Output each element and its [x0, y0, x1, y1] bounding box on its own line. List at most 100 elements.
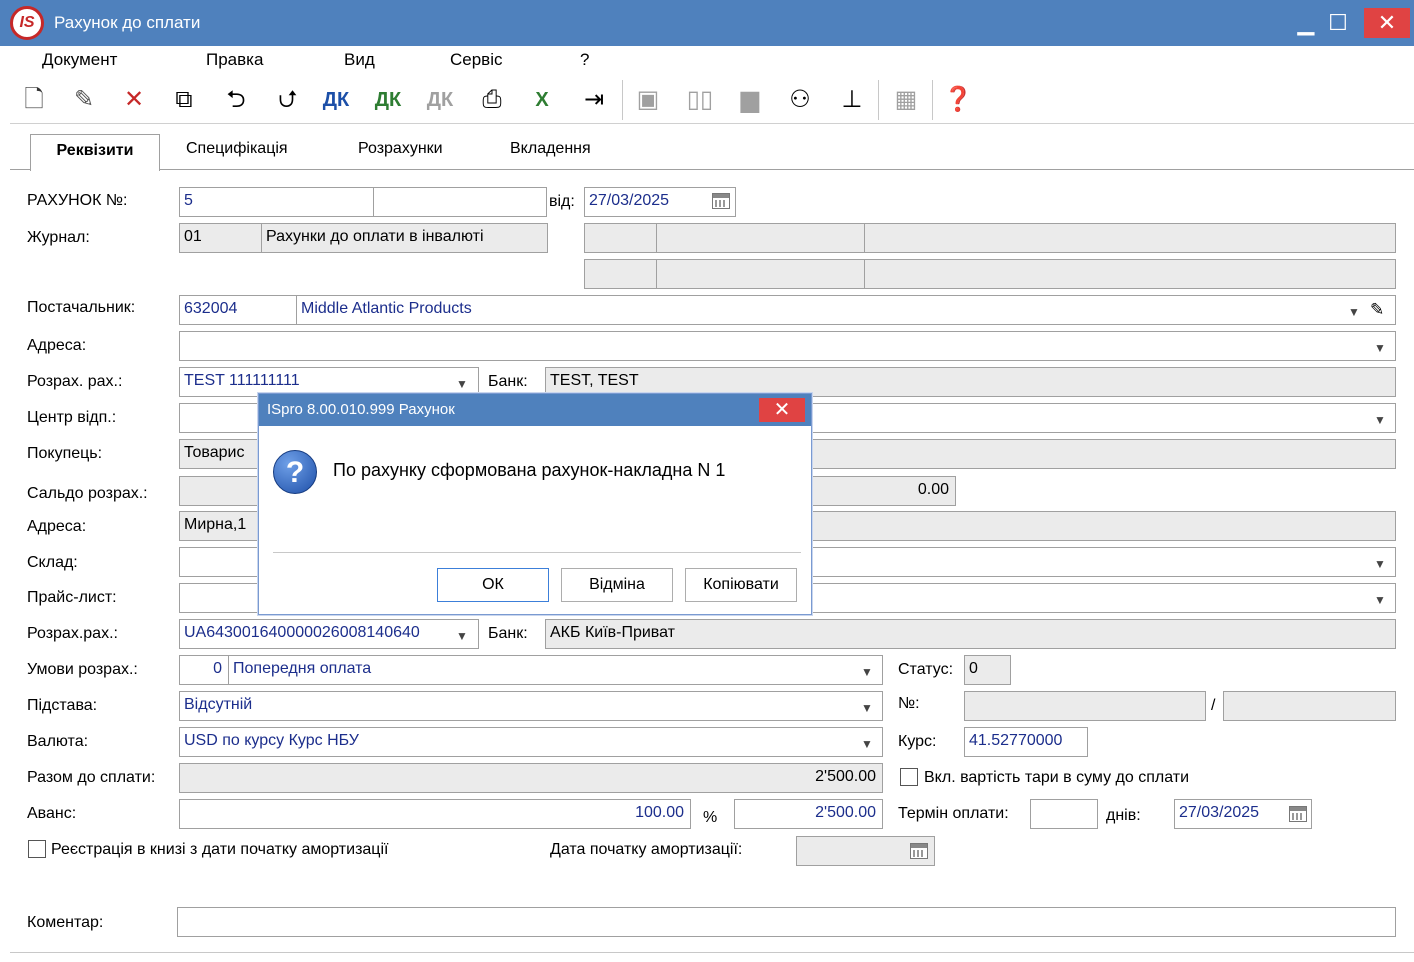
address-field[interactable]	[179, 331, 1396, 361]
edit-doc-icon[interactable]: ✎	[66, 82, 102, 118]
chevron-down-icon[interactable]: ▼	[456, 629, 468, 643]
tab-specification[interactable]: Специфікація	[186, 140, 288, 158]
register-checkbox[interactable]	[28, 840, 46, 858]
advance-label: Аванс:	[27, 805, 77, 822]
copy-button[interactable]: Копіювати	[685, 568, 797, 602]
center-label: Центр відп.:	[27, 409, 117, 426]
bottom-border	[10, 952, 1414, 953]
calendar-icon[interactable]	[712, 193, 730, 209]
debit-credit-green-icon[interactable]: ДК	[370, 82, 406, 118]
chevron-down-icon[interactable]: ▼	[861, 665, 873, 679]
app-logo-icon: IS	[10, 6, 44, 40]
menu-edit[interactable]: Правка	[206, 50, 263, 70]
tab-calculations[interactable]: Розрахунки	[358, 140, 443, 158]
pricelist-label: Прайс-лист:	[27, 589, 117, 606]
close-icon[interactable]: ✕	[1364, 8, 1410, 38]
calendar-icon[interactable]	[1289, 806, 1307, 822]
save-icon: ▣	[636, 86, 660, 113]
slash-label: /	[1211, 697, 1216, 714]
ok-button[interactable]: ОК	[437, 568, 549, 602]
supplier-code-field[interactable]: 632004	[179, 295, 297, 325]
excel-icon[interactable]: X	[524, 82, 560, 118]
chevron-down-icon[interactable]: ▼	[1374, 593, 1386, 607]
copy-doc-icon[interactable]: ⧉	[166, 82, 202, 118]
book-icon: ▯▯	[686, 86, 714, 113]
account2-label: Розрах.рах.:	[27, 625, 118, 642]
amort-date-label: Дата початку амортизації:	[550, 841, 743, 858]
calendar-icon	[910, 843, 928, 859]
chevron-down-icon[interactable]: ▼	[861, 701, 873, 715]
status-field: 0	[964, 655, 1011, 685]
advance-percent-field[interactable]: 100.00	[179, 799, 691, 829]
help-icon[interactable]: ❓	[940, 82, 976, 118]
number-suffix-field	[1223, 691, 1396, 721]
users-icon[interactable]: ⚇	[782, 82, 818, 118]
terms-name-field[interactable]: Попередня оплата	[228, 655, 883, 685]
total-label: Разом до сплати:	[27, 769, 156, 786]
saldo-left-field	[179, 476, 259, 506]
dialog-close-icon[interactable]: ✕	[759, 398, 805, 422]
menu-document[interactable]: Документ	[42, 50, 117, 70]
menu-service[interactable]: Сервіс	[450, 50, 503, 70]
tab-requisites[interactable]: Реквізити	[30, 134, 160, 171]
chevron-down-icon[interactable]: ▼	[1374, 557, 1386, 571]
number-label: №:	[898, 695, 920, 712]
invoice-suffix-field[interactable]	[373, 187, 547, 217]
currency-label: Валюта:	[27, 733, 89, 750]
terms-code-field[interactable]: 0	[179, 655, 229, 685]
chevron-down-icon[interactable]: ▼	[1374, 341, 1386, 355]
rate-field[interactable]: 41.52770000	[964, 727, 1088, 757]
advance-sum-field[interactable]: 2'500.00	[734, 799, 883, 829]
supplier-name-field[interactable]: Middle Atlantic Products	[296, 295, 1396, 325]
menu-help[interactable]: ?	[580, 50, 589, 70]
account2-field[interactable]: UA643001640000026008140640	[179, 619, 479, 649]
supplier-label: Постачальник:	[27, 299, 136, 316]
exit-icon[interactable]: ⇥	[576, 82, 612, 118]
number-field	[964, 691, 1206, 721]
warehouse-label: Склад:	[27, 554, 78, 571]
chevron-down-icon[interactable]: ▼	[456, 377, 468, 391]
tab-attachments[interactable]: Вкладення	[510, 140, 591, 158]
dialog-title: ISpro 8.00.010.999 Рахунок	[259, 394, 811, 426]
invoice-no-field[interactable]: 5	[179, 187, 374, 217]
tab-strip: Реквізити Специфікація Розрахунки Вкладе…	[10, 126, 1414, 171]
extra-field-1	[584, 223, 657, 253]
pencil-icon[interactable]: ✎	[1370, 300, 1384, 320]
chevron-down-icon[interactable]: ▼	[1348, 305, 1360, 319]
dialog-separator	[273, 552, 801, 553]
extra-field-6	[864, 259, 1396, 289]
extra-field-5	[656, 259, 865, 289]
delete-doc-icon[interactable]: ✕	[116, 82, 152, 118]
chevron-down-icon[interactable]: ▼	[861, 737, 873, 751]
toolbar-separator	[878, 80, 879, 120]
message-dialog: ISpro 8.00.010.999 Рахунок ✕ ? По рахунк…	[258, 393, 812, 615]
account-label: Розрах. рах.:	[27, 373, 123, 390]
import-doc-icon[interactable]: ⮌	[218, 82, 254, 118]
new-doc-icon[interactable]: 🗋	[16, 82, 52, 118]
hierarchy-icon[interactable]: ⊥	[834, 82, 870, 118]
export-doc-icon[interactable]: ⮍	[270, 82, 306, 118]
extra-field-3	[864, 223, 1396, 253]
cancel-button[interactable]: Відміна	[561, 568, 673, 602]
buyer-label: Покупець:	[27, 445, 103, 462]
pay-term-label: Термін оплати:	[898, 805, 1009, 822]
status-label: Статус:	[898, 661, 954, 678]
address-label: Адреса:	[27, 337, 87, 354]
saldo-label: Сальдо розрах.:	[27, 485, 148, 502]
tare-label: Вкл. вартість тари в суму до сплати	[924, 769, 1190, 786]
maximize-icon[interactable]: ☐	[1316, 8, 1360, 38]
menu-view[interactable]: Вид	[344, 50, 375, 70]
tare-checkbox[interactable]	[900, 768, 918, 786]
currency-field[interactable]: USD по курсу Курс НБУ	[179, 727, 883, 757]
toolbar: 🗋 ✎ ✕ ⧉ ⮌ ⮍ ДК ДК ДК ⎙ X ⇥ ▣ ▯▯ ▆ ⚇ ⊥ ▦ …	[10, 76, 1414, 124]
toolbar-separator	[932, 80, 933, 120]
debit-credit-icon[interactable]: ДК	[318, 82, 354, 118]
basis-field[interactable]: Відсутній	[179, 691, 883, 721]
print-icon[interactable]: ⎙	[474, 82, 510, 118]
pay-term-field[interactable]	[1030, 799, 1098, 829]
bank2-field: АКБ Київ-Приват	[545, 619, 1396, 649]
comment-field[interactable]	[177, 907, 1396, 937]
chevron-down-icon[interactable]: ▼	[1374, 413, 1386, 427]
extra-field-2	[656, 223, 865, 253]
register-label: Реєстрація в книзі з дати початку аморти…	[51, 841, 389, 858]
